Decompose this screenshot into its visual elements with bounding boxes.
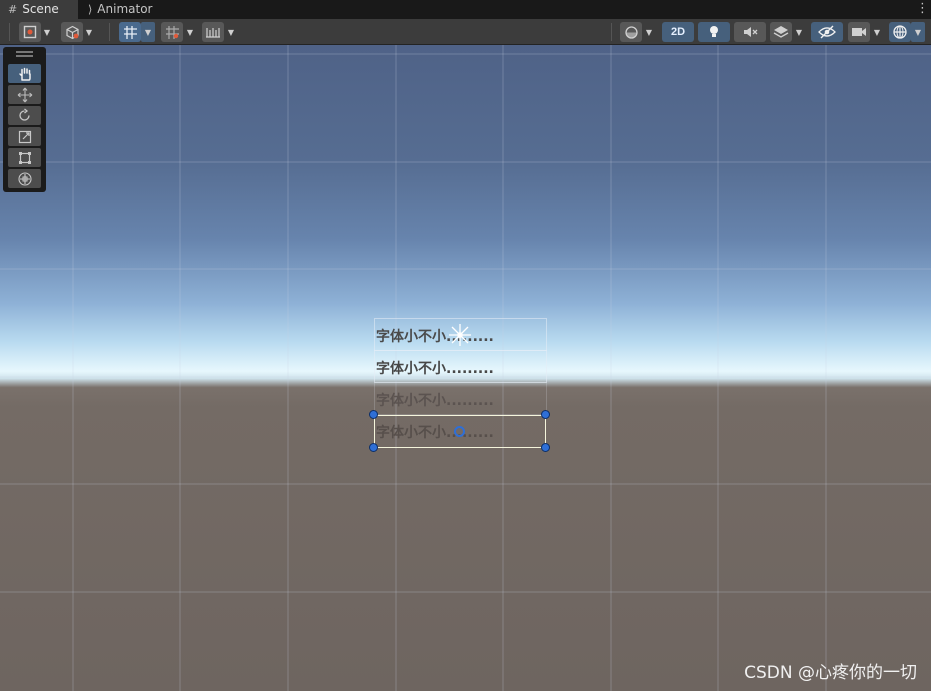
resize-handle-top-right[interactable] [541, 410, 550, 419]
text-row-3[interactable]: 字体小不小......... [376, 390, 494, 410]
layers-icon [773, 26, 789, 38]
2d-mode-label: 2D [670, 26, 686, 38]
incremental-snap-icon [165, 25, 179, 39]
grid-snapping-button[interactable] [119, 22, 141, 42]
scale-tool-button[interactable] [8, 127, 41, 146]
chevron-down-icon[interactable]: ▼ [911, 22, 925, 42]
palette-drag-handle[interactable] [16, 51, 33, 57]
chevron-down-icon[interactable]: ▼ [82, 22, 96, 42]
pivot-handle[interactable] [454, 426, 465, 437]
scene-toolbar: ▼ ▼ ▼ ▼ ▼ ▼ 2D ▼ ▼ ▼ [0, 19, 931, 45]
light-gizmo-icon[interactable] [448, 323, 472, 347]
rect-tool-button[interactable] [8, 148, 41, 167]
text-row-1[interactable]: 字体小不小......... [376, 326, 494, 346]
resize-handle-bottom-left[interactable] [369, 443, 378, 452]
move-arrows-icon [17, 87, 32, 102]
chevron-down-icon[interactable]: ▼ [40, 22, 54, 42]
watermark: CSDN @心疼你的一切 [744, 663, 917, 683]
resize-handle-top-left[interactable] [369, 410, 378, 419]
ruler-icon [206, 28, 220, 38]
camera-icon [852, 28, 866, 36]
audio-button[interactable] [734, 22, 766, 42]
eye-slash-icon [818, 25, 836, 39]
gizmo-globe-icon [893, 25, 907, 39]
speaker-mute-icon [744, 27, 758, 37]
tool-palette [3, 47, 46, 192]
ruler-button[interactable] [202, 22, 224, 42]
toolbar-separator [9, 23, 10, 41]
gizmos-button[interactable] [889, 22, 911, 42]
move-tool-button[interactable] [8, 85, 41, 104]
toolbar-separator [109, 23, 110, 41]
tab-bar: # Scene ⟩ Animator ⋮ [0, 0, 931, 19]
transform-tool-button[interactable] [8, 169, 41, 188]
chevron-down-icon[interactable]: ▼ [792, 22, 806, 42]
chevron-down-icon[interactable]: ▼ [141, 22, 155, 42]
incremental-snap-button[interactable] [161, 22, 183, 42]
shading-button[interactable] [620, 22, 642, 42]
hand-tool-button[interactable] [8, 64, 41, 83]
rotate-icon [19, 108, 30, 121]
cube-icon [65, 25, 79, 39]
sphere-icon [624, 25, 638, 39]
tab-animator-label: Animator [97, 2, 153, 16]
tab-scene[interactable]: # Scene [0, 0, 78, 19]
shading-mode-button[interactable] [61, 22, 83, 42]
scale-icon [18, 130, 31, 143]
chevron-down-icon[interactable]: ▼ [642, 22, 656, 42]
chevron-down-icon[interactable]: ▼ [870, 22, 884, 42]
animator-icon: ⟩ [88, 3, 93, 16]
grid-icon: # [8, 3, 18, 16]
tab-animator[interactable]: ⟩ Animator [80, 0, 170, 19]
grid-snap-icon [123, 25, 137, 39]
resize-handle-bottom-right[interactable] [541, 443, 550, 452]
draw-mode-icon [23, 25, 37, 39]
camera-button[interactable] [848, 22, 870, 42]
tab-scene-label: Scene [22, 2, 59, 16]
draw-mode-button[interactable] [19, 22, 41, 42]
lighting-button[interactable] [698, 22, 730, 42]
chevron-down-icon[interactable]: ▼ [224, 22, 238, 42]
chevron-down-icon[interactable]: ▼ [183, 22, 197, 42]
rect-transform-icon [18, 151, 31, 164]
hidden-objects-button[interactable] [811, 22, 843, 42]
more-options-icon[interactable]: ⋮ [916, 1, 929, 17]
lightbulb-icon [710, 26, 718, 37]
transform-icon [17, 171, 32, 186]
toolbar-separator [611, 23, 612, 41]
text-row-2[interactable]: 字体小不小......... [376, 358, 494, 378]
2d-mode-button[interactable]: 2D [662, 22, 694, 42]
effects-button[interactable] [770, 22, 792, 42]
rotate-tool-button[interactable] [8, 106, 41, 125]
hand-icon [18, 67, 31, 81]
